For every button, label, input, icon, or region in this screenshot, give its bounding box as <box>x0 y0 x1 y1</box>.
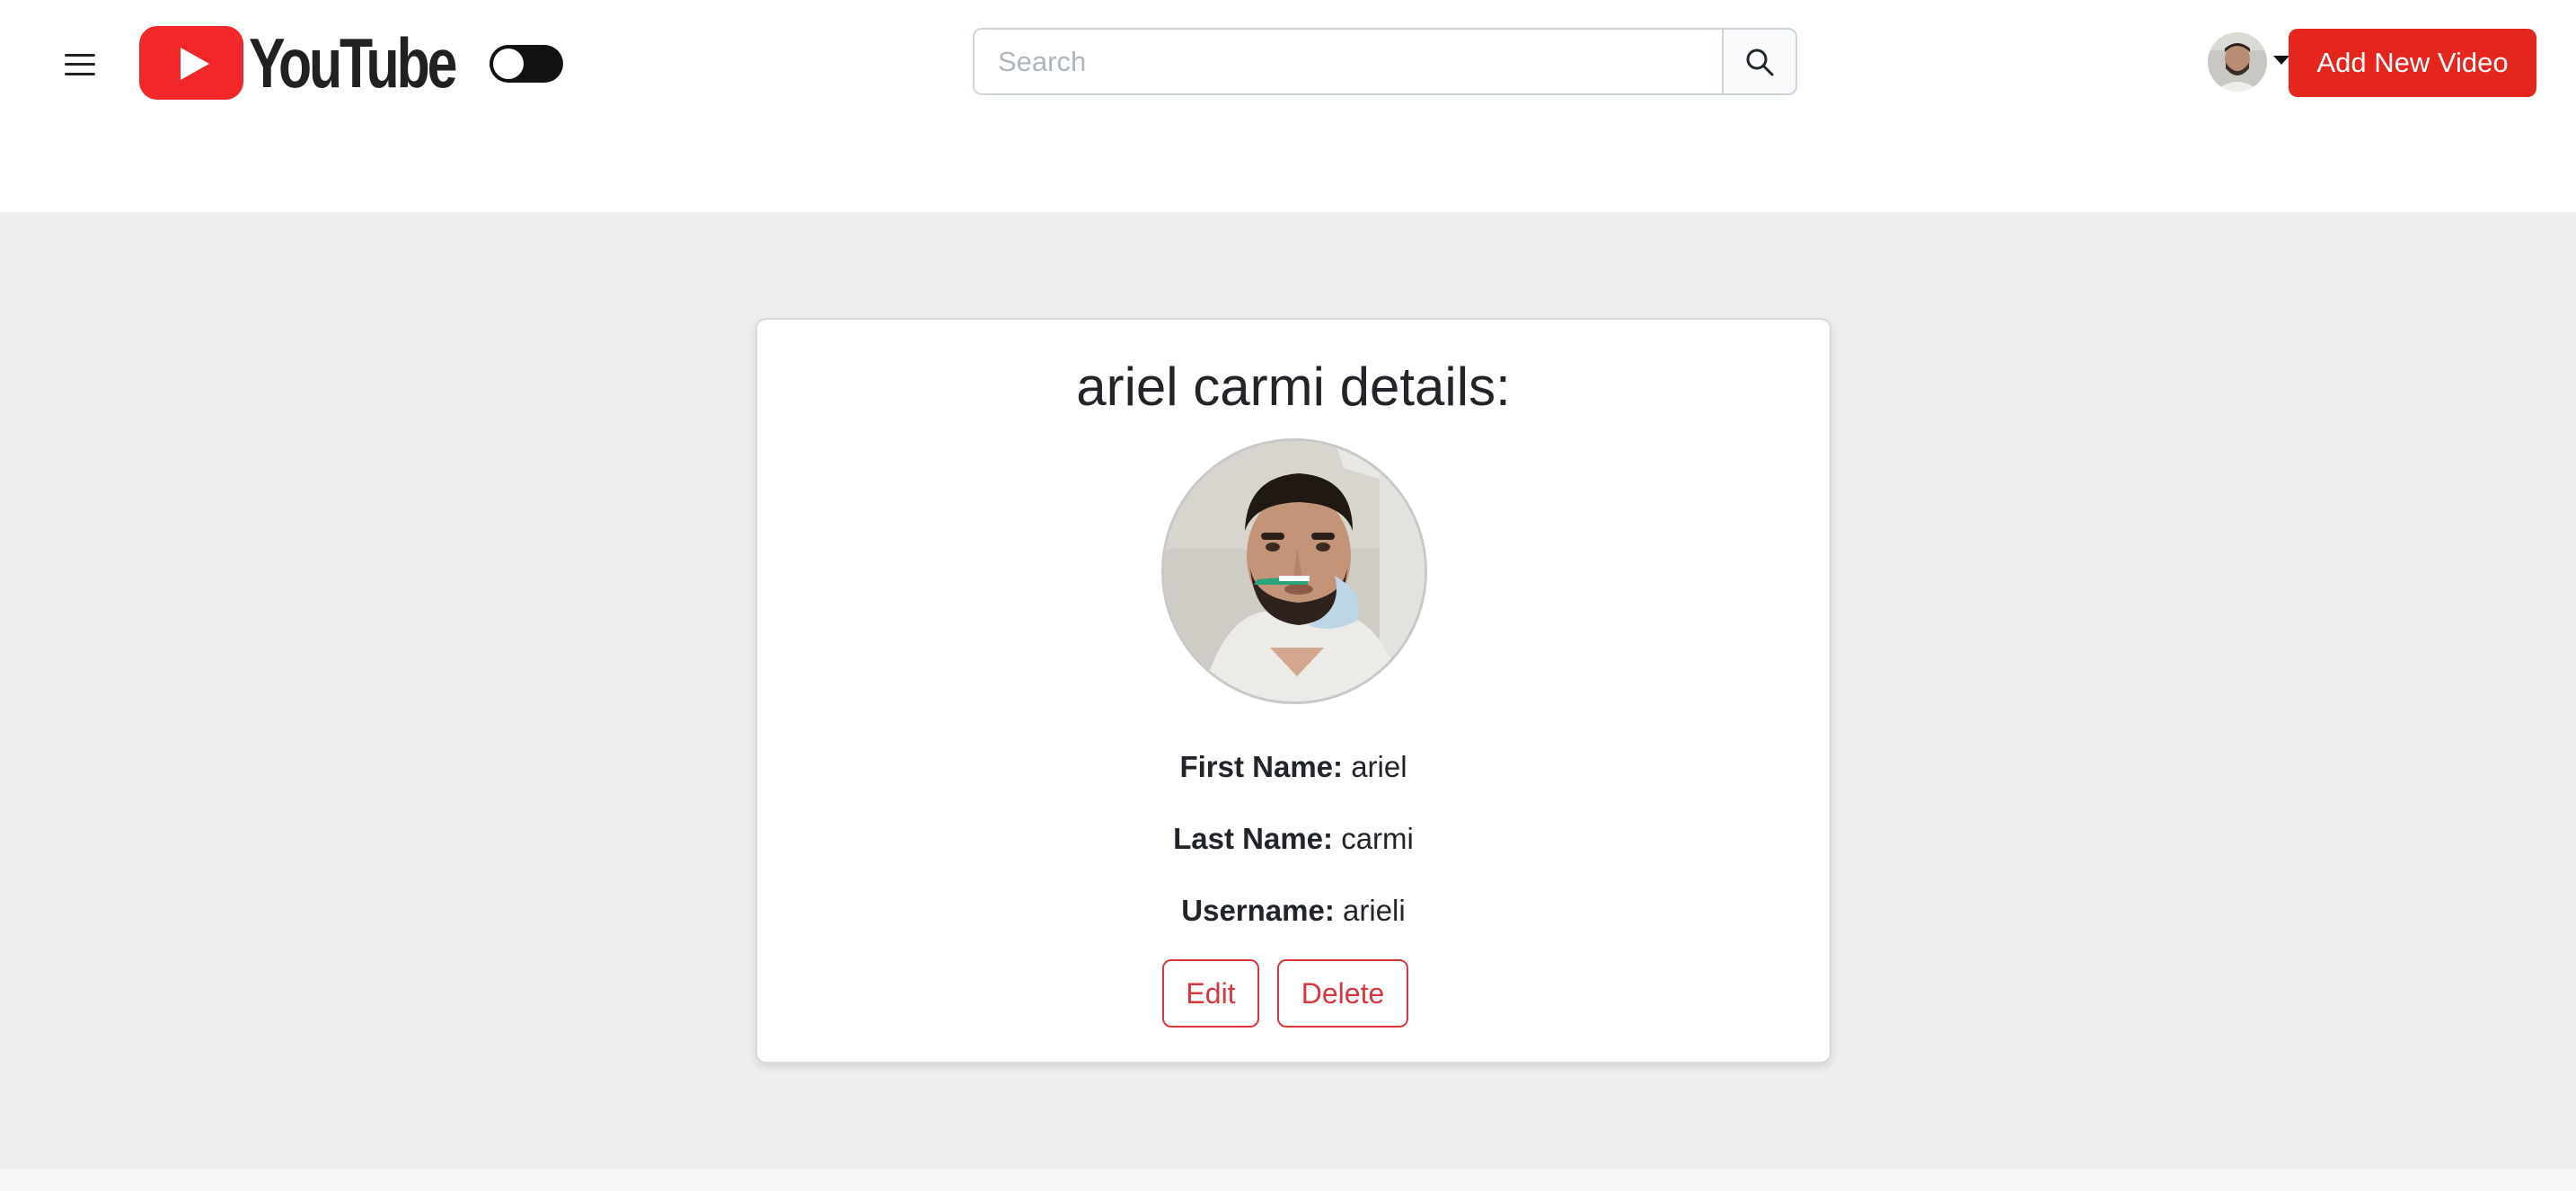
profile-image <box>1164 441 1425 701</box>
top-navbar: YouTube Add New Video <box>0 0 2576 212</box>
first-name-row: First Name: ariel <box>757 750 1830 784</box>
user-details-card: ariel carmi details: First Name: ariel L… <box>755 318 1831 1063</box>
search-icon <box>1746 49 1774 75</box>
search-bar <box>973 28 1797 95</box>
youtube-logo[interactable]: YouTube <box>139 25 513 101</box>
logo-text: YouTube <box>249 23 457 102</box>
delete-button[interactable]: Delete <box>1277 959 1408 1028</box>
youtube-logo-icon <box>139 26 243 100</box>
first-name-value: ariel <box>1351 750 1407 783</box>
toggle-knob <box>493 49 524 79</box>
first-name-label: First Name: <box>1179 750 1344 783</box>
username-row: Username: arieli <box>757 894 1830 928</box>
card-title: ariel carmi details: <box>1076 357 1511 417</box>
user-avatar[interactable] <box>2208 32 2267 92</box>
last-name-value: carmi <box>1341 822 1414 855</box>
username-value: arieli <box>1343 894 1406 927</box>
card-actions: Edit Delete <box>757 959 1830 1028</box>
username-label: Username: <box>1181 894 1335 927</box>
last-name-label: Last Name: <box>1173 822 1334 855</box>
profile-picture <box>1161 438 1427 704</box>
search-button[interactable] <box>1722 28 1797 95</box>
dark-mode-toggle[interactable] <box>490 45 563 83</box>
caret-down-icon[interactable] <box>2273 56 2289 65</box>
bottom-strip <box>0 1169 2576 1191</box>
add-new-video-button[interactable]: Add New Video <box>2289 29 2536 97</box>
avatar-image <box>2208 32 2267 92</box>
edit-button[interactable]: Edit <box>1162 959 1259 1028</box>
search-input[interactable] <box>973 28 1722 95</box>
menu-icon[interactable] <box>63 50 99 79</box>
last-name-row: Last Name: carmi <box>757 822 1830 856</box>
